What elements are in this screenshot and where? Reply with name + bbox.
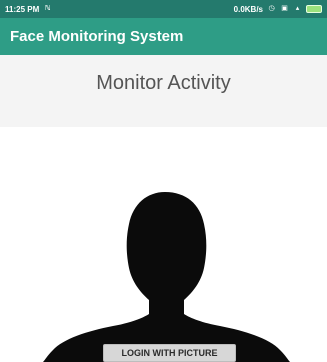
status-bar: 11:25 PM ℕ 0.0KB/s ◷ ▣ ▴ xyxy=(0,0,327,18)
status-left: 11:25 PM ℕ xyxy=(5,5,52,14)
login-button-label: LOGIN WITH PICTURE xyxy=(121,348,218,358)
alarm-icon: ◷ xyxy=(268,5,275,12)
signal-icon: ▴ xyxy=(295,5,300,12)
network-speed: 0.0KB/s xyxy=(233,4,263,14)
login-with-picture-button[interactable]: LOGIN WITH PICTURE xyxy=(103,344,236,362)
app-bar: Face Monitoring System xyxy=(0,18,327,55)
status-time: 11:25 PM xyxy=(5,4,40,14)
status-right: 0.0KB/s ◷ ▣ ▴ xyxy=(234,5,322,14)
notification-icon: ℕ xyxy=(44,5,51,12)
silhouette-shape xyxy=(43,192,290,362)
volte-icon: ▣ xyxy=(281,5,288,12)
page-title: Monitor Activity xyxy=(96,72,231,94)
battery-icon xyxy=(306,5,322,13)
app-title: Face Monitoring System xyxy=(10,28,184,45)
person-silhouette xyxy=(43,192,290,362)
